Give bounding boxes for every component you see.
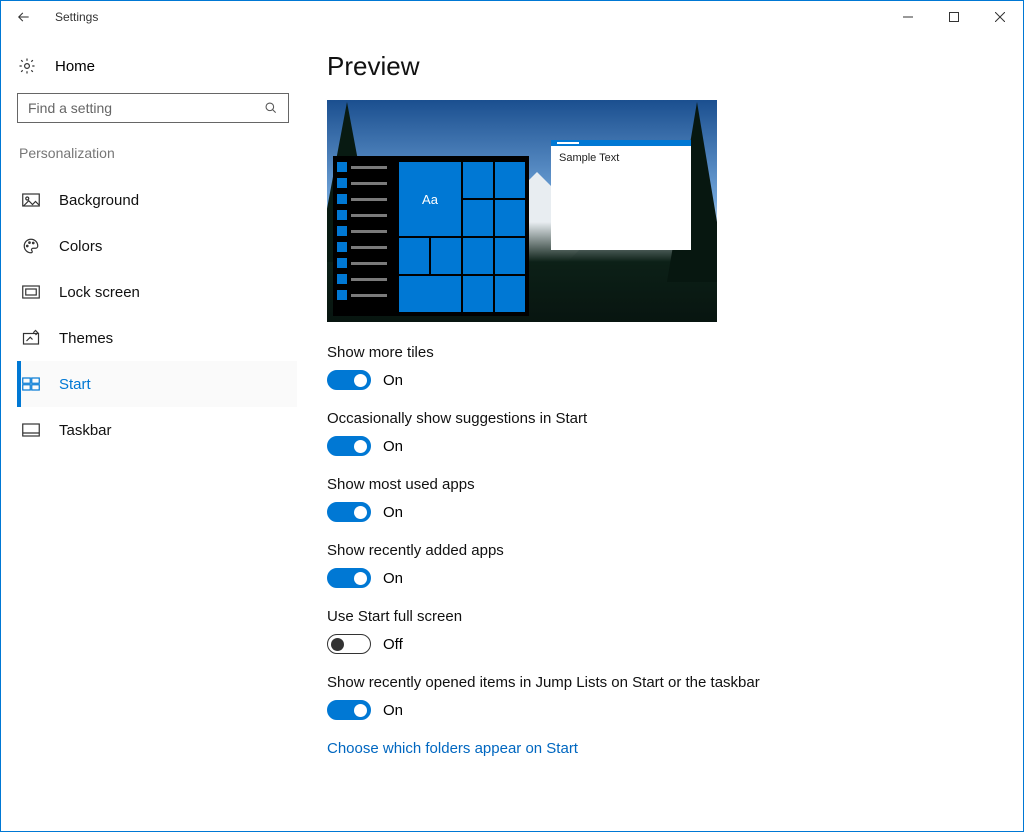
sidebar-item-label: Themes bbox=[59, 330, 113, 347]
sidebar-home[interactable]: Home bbox=[17, 57, 297, 75]
taskbar-icon bbox=[21, 423, 41, 437]
sidebar-item-colors[interactable]: Colors bbox=[17, 223, 297, 269]
back-button[interactable] bbox=[1, 1, 47, 33]
toggle-state: On bbox=[383, 438, 403, 455]
image-icon bbox=[21, 193, 41, 207]
palette-icon bbox=[21, 237, 41, 255]
link-choose-folders[interactable]: Choose which folders appear on Start bbox=[327, 740, 1003, 757]
setting-label: Show most used apps bbox=[327, 476, 1003, 493]
page-heading: Preview bbox=[327, 51, 1003, 82]
sidebar-item-label: Lock screen bbox=[59, 284, 140, 301]
sidebar-item-taskbar[interactable]: Taskbar bbox=[17, 407, 297, 453]
sidebar-item-label: Taskbar bbox=[59, 422, 112, 439]
search-box[interactable] bbox=[17, 93, 289, 123]
preview-sample-text: Sample Text bbox=[551, 146, 691, 170]
minimize-button[interactable] bbox=[885, 1, 931, 33]
toggle-state: On bbox=[383, 504, 403, 521]
setting-label: Show recently opened items in Jump Lists… bbox=[327, 674, 1003, 691]
sidebar-item-background[interactable]: Background bbox=[17, 177, 297, 223]
setting-full-screen: Use Start full screen Off bbox=[327, 608, 1003, 654]
window-title: Settings bbox=[47, 10, 98, 24]
sidebar-item-label: Background bbox=[59, 192, 139, 209]
pencil-icon bbox=[21, 329, 41, 347]
frame-icon bbox=[21, 285, 41, 299]
gear-icon bbox=[17, 57, 37, 75]
close-button[interactable] bbox=[977, 1, 1023, 33]
sidebar-category: Personalization bbox=[19, 145, 297, 161]
setting-recently-added: Show recently added apps On bbox=[327, 542, 1003, 588]
toggle-most-used[interactable] bbox=[327, 502, 371, 522]
setting-label: Occasionally show suggestions in Start bbox=[327, 410, 1003, 427]
setting-show-more-tiles: Show more tiles On bbox=[327, 344, 1003, 390]
search-input[interactable] bbox=[26, 99, 262, 117]
toggle-state: On bbox=[383, 570, 403, 587]
settings-window: Settings Home bbox=[0, 0, 1024, 832]
toggle-jump-lists[interactable] bbox=[327, 700, 371, 720]
sidebar-home-label: Home bbox=[55, 58, 95, 75]
toggle-state: Off bbox=[383, 636, 403, 653]
preview-tile-aa: Aa bbox=[399, 162, 461, 236]
setting-show-suggestions: Occasionally show suggestions in Start O… bbox=[327, 410, 1003, 456]
setting-label: Use Start full screen bbox=[327, 608, 1003, 625]
maximize-button[interactable] bbox=[931, 1, 977, 33]
toggle-show-more-tiles[interactable] bbox=[327, 370, 371, 390]
sidebar-item-label: Colors bbox=[59, 238, 102, 255]
titlebar: Settings bbox=[1, 1, 1023, 33]
sidebar-item-start[interactable]: Start bbox=[17, 361, 297, 407]
toggle-recently-added[interactable] bbox=[327, 568, 371, 588]
sidebar-nav: Background Colors bbox=[17, 177, 297, 453]
main-content: Preview bbox=[301, 33, 1023, 831]
start-preview-image: Aa Sample Text bbox=[327, 100, 717, 322]
preview-sample-window: Sample Text bbox=[551, 140, 691, 250]
sidebar: Home Personalization bbox=[1, 33, 301, 831]
sidebar-item-label: Start bbox=[59, 376, 91, 393]
sidebar-item-themes[interactable]: Themes bbox=[17, 315, 297, 361]
toggle-full-screen[interactable] bbox=[327, 634, 371, 654]
preview-start-menu: Aa bbox=[333, 156, 529, 316]
setting-most-used: Show most used apps On bbox=[327, 476, 1003, 522]
toggle-state: On bbox=[383, 702, 403, 719]
search-icon bbox=[262, 101, 280, 115]
sidebar-item-lockscreen[interactable]: Lock screen bbox=[17, 269, 297, 315]
setting-label: Show recently added apps bbox=[327, 542, 1003, 559]
setting-label: Show more tiles bbox=[327, 344, 1003, 361]
start-icon bbox=[21, 377, 41, 391]
setting-jump-lists: Show recently opened items in Jump Lists… bbox=[327, 674, 1003, 720]
toggle-state: On bbox=[383, 372, 403, 389]
toggle-show-suggestions[interactable] bbox=[327, 436, 371, 456]
